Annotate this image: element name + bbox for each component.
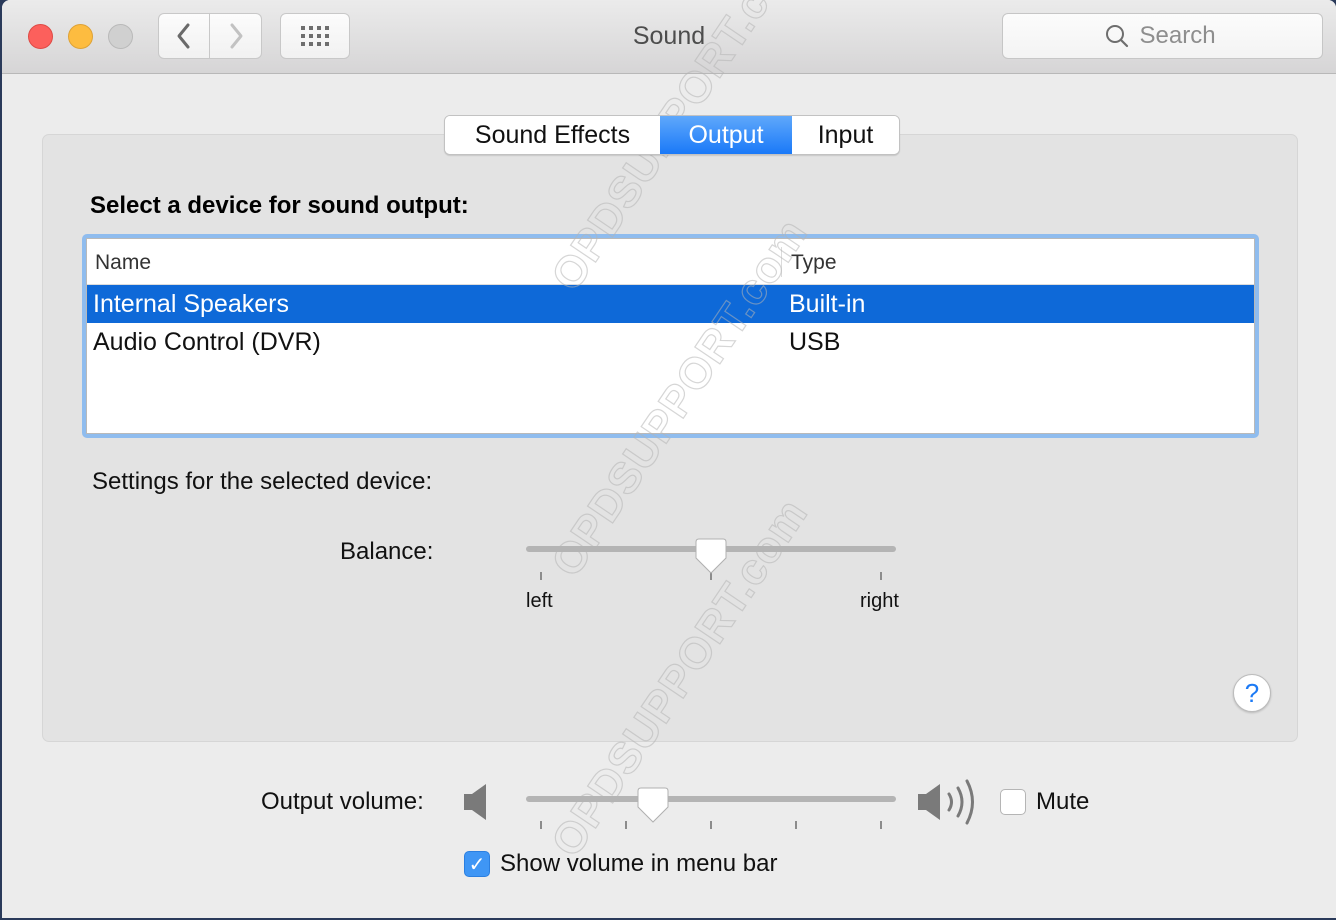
balance-thumb[interactable]: [695, 538, 727, 574]
volume-tick: [880, 821, 882, 829]
show-volume-checkbox[interactable]: ✓: [464, 851, 490, 877]
device-type: USB: [789, 328, 841, 356]
volume-thumb[interactable]: [637, 787, 669, 823]
tab-sound-effects[interactable]: Sound Effects: [445, 116, 660, 154]
volume-tick: [625, 821, 627, 829]
balance-label: Balance:: [340, 538, 434, 565]
volume-tick: [540, 821, 542, 829]
table-row[interactable]: Audio Control (DVR) USB: [87, 323, 1254, 361]
help-button[interactable]: ?: [1233, 674, 1271, 712]
sound-preferences-window: Sound Sound Effects Output Input Select …: [2, 0, 1336, 918]
mute-checkbox[interactable]: [1000, 789, 1026, 815]
column-header-type[interactable]: Type: [791, 251, 837, 275]
table-header: Name Type: [87, 239, 1254, 285]
title-bar: Sound: [2, 0, 1336, 74]
tab-bar: Sound Effects Output Input: [444, 115, 900, 155]
search-field[interactable]: [1002, 13, 1323, 59]
column-header-name[interactable]: Name: [95, 251, 151, 275]
table-row[interactable]: Internal Speakers Built-in: [87, 285, 1254, 323]
balance-right-label: right: [860, 590, 899, 612]
mute-label[interactable]: Mute: [1036, 788, 1089, 816]
tab-input[interactable]: Input: [792, 116, 899, 154]
device-name: Audio Control (DVR): [93, 328, 321, 356]
output-panel: [42, 134, 1298, 742]
tab-output[interactable]: Output: [660, 116, 792, 154]
output-volume-label: Output volume:: [261, 788, 424, 815]
show-volume-label[interactable]: Show volume in menu bar: [500, 850, 777, 878]
volume-tick: [710, 821, 712, 829]
column-divider[interactable]: [781, 247, 782, 277]
search-icon: [1105, 25, 1128, 48]
device-name: Internal Speakers: [93, 290, 289, 318]
device-type: Built-in: [789, 290, 866, 318]
balance-tick: [540, 572, 542, 580]
balance-tick: [880, 572, 882, 580]
device-table[interactable]: Name Type Internal Speakers Built-in Aud…: [82, 234, 1259, 438]
balance-left-label: left: [526, 590, 553, 612]
speaker-low-icon: [464, 784, 486, 820]
device-heading: Select a device for sound output:: [90, 192, 469, 219]
volume-tick: [795, 821, 797, 829]
volume-track[interactable]: [526, 796, 896, 802]
search-input[interactable]: [1139, 22, 1222, 50]
speaker-high-icon: [918, 779, 974, 825]
settings-label: Settings for the selected device:: [92, 468, 433, 495]
